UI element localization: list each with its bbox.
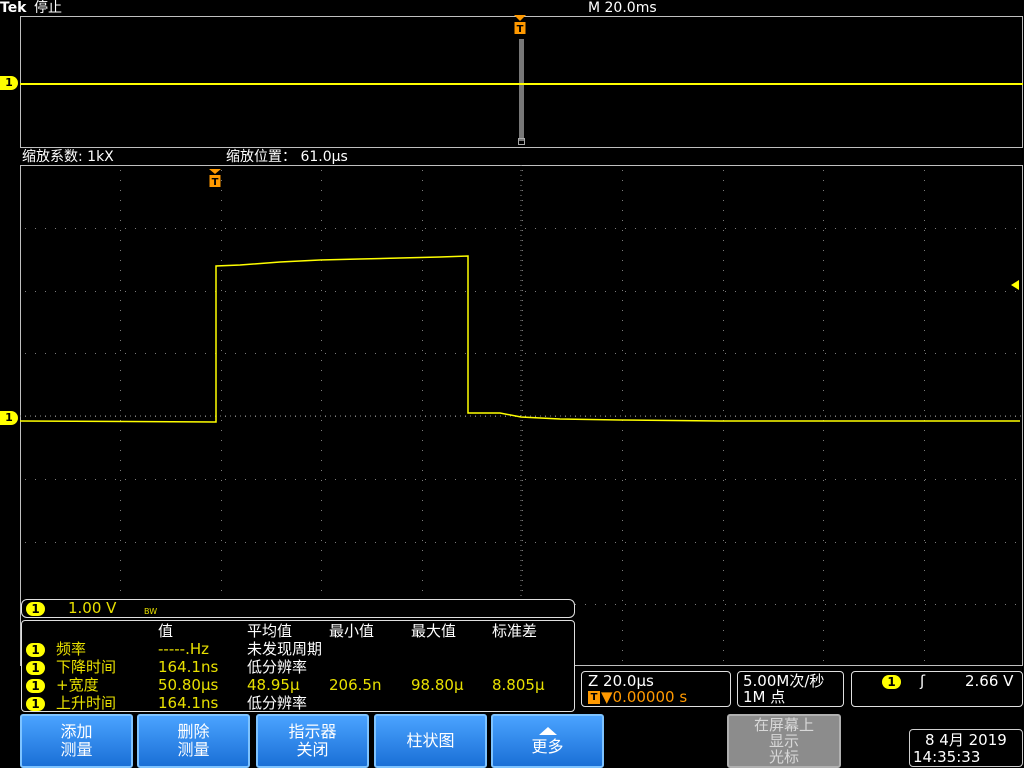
row-channel-badge: 1 xyxy=(26,661,45,675)
measurement-name: 下降时间 xyxy=(56,658,117,676)
screen-cursors-label-2: 显示 xyxy=(768,732,799,750)
channel-scale: 1.00 V xyxy=(68,599,117,617)
horizontal-scale: M 20.0ms xyxy=(588,0,657,16)
measurement-mean: 低分辨率 xyxy=(247,658,308,676)
overview-trace xyxy=(20,83,1023,85)
more-button[interactable]: 更多 xyxy=(491,714,604,768)
overview-trigger-marker[interactable]: T xyxy=(514,15,526,37)
measurements-panel: 值 平均值 最小值 最大值 标准差 1 频率 -----.Hz 未发现周期 1 … xyxy=(21,620,575,712)
screen-cursors-label-1: 在屏幕上 xyxy=(753,716,814,734)
measurement-name: 频率 xyxy=(56,640,87,658)
measurement-min: 206.5n xyxy=(329,676,382,694)
measurement-name: +宽度 xyxy=(56,676,99,694)
row-channel-badge: 1 xyxy=(26,679,45,693)
record-length: 1M 点 xyxy=(743,688,786,706)
indicators-button[interactable]: 指示器 关闭 xyxy=(256,714,369,768)
measurement-std: 8.805µ xyxy=(492,676,545,694)
time: 14:35:33 xyxy=(913,748,981,766)
zoom-position: 缩放位置： 61.0µs xyxy=(226,149,348,165)
row-channel-badge: 1 xyxy=(26,697,45,711)
svg-text:T: T xyxy=(212,177,219,188)
histogram-button[interactable]: 柱状图 xyxy=(374,714,487,768)
measurement-name: 上升时间 xyxy=(56,694,117,712)
channel-badge: 1 xyxy=(26,602,45,616)
trigger-source-badge: 1 xyxy=(882,675,901,689)
add-measurement-label-1: 添加 xyxy=(60,722,93,741)
main-graticule xyxy=(20,165,1024,667)
add-measurement-button[interactable]: 添加 测量 xyxy=(20,714,133,768)
date: 8 4月 2019 xyxy=(925,731,1007,749)
add-measurement-label-2: 测量 xyxy=(60,740,93,759)
measurement-mean: 未发现周期 xyxy=(247,640,323,658)
header-min: 最小值 xyxy=(329,622,375,640)
indicators-label-1: 指示器 xyxy=(288,722,337,741)
header-std: 标准差 xyxy=(492,622,538,640)
header-max: 最大值 xyxy=(411,622,457,640)
bandwidth-indicator: BW xyxy=(144,607,158,616)
chevron-up-icon xyxy=(538,726,557,735)
main-channel-marker[interactable]: 1 xyxy=(0,411,18,425)
more-label: 更多 xyxy=(531,736,564,756)
measurement-value: 164.1ns xyxy=(158,694,219,712)
measurement-mean: 低分辨率 xyxy=(247,694,308,712)
remove-measurement-label-2: 测量 xyxy=(177,740,210,759)
trigger-level: 2.66 V xyxy=(965,672,1014,690)
trigger-readout[interactable]: 1 ʃ 2.66 V xyxy=(851,671,1023,707)
header-value: 值 xyxy=(158,622,174,640)
histogram-label: 柱状图 xyxy=(406,731,455,750)
indicators-label-2: 关闭 xyxy=(296,740,329,759)
brand-label: Tek xyxy=(0,0,27,16)
measurement-value: -----.Hz xyxy=(158,640,209,658)
datetime-box: 8 4月 2019 14:35:33 xyxy=(909,729,1023,767)
acquisition-state: 停止 xyxy=(34,0,62,16)
measurement-max: 98.80µ xyxy=(411,676,464,694)
svg-text:T: T xyxy=(517,24,524,35)
measurement-value: 50.80µs xyxy=(158,676,219,694)
channel-readout[interactable]: 1 1.00 V BW xyxy=(21,599,575,618)
measurement-value: 164.1ns xyxy=(158,658,219,676)
overview-zoom-handle[interactable] xyxy=(518,138,525,145)
zoom-factor: 缩放系数: 1kX xyxy=(22,149,114,165)
screen-cursors-label-3: 光标 xyxy=(768,748,799,766)
main-trigger-marker[interactable]: T xyxy=(209,169,221,189)
zoom-readout[interactable]: Z 20.0µs T ▼0.00000 s xyxy=(581,671,731,707)
overview-channel-marker[interactable]: 1 xyxy=(0,76,18,90)
remove-measurement-label-1: 删除 xyxy=(177,722,210,741)
acquisition-readout[interactable]: 5.00M次/秒 1M 点 xyxy=(737,671,844,707)
overview-zoom-window[interactable] xyxy=(519,39,524,141)
trigger-level-marker[interactable] xyxy=(1011,280,1019,290)
measurement-mean: 48.95µ xyxy=(247,676,300,694)
trigger-slope-icon: ʃ xyxy=(920,672,926,690)
row-channel-badge: 1 xyxy=(26,643,45,657)
trigger-position: ▼0.00000 s xyxy=(601,688,688,706)
header-mean: 平均值 xyxy=(247,622,293,640)
remove-measurement-button[interactable]: 删除 测量 xyxy=(137,714,250,768)
trigger-position-badge: T xyxy=(588,691,600,704)
screen-cursors-button[interactable]: 在屏幕上 显示 光标 xyxy=(727,714,841,768)
